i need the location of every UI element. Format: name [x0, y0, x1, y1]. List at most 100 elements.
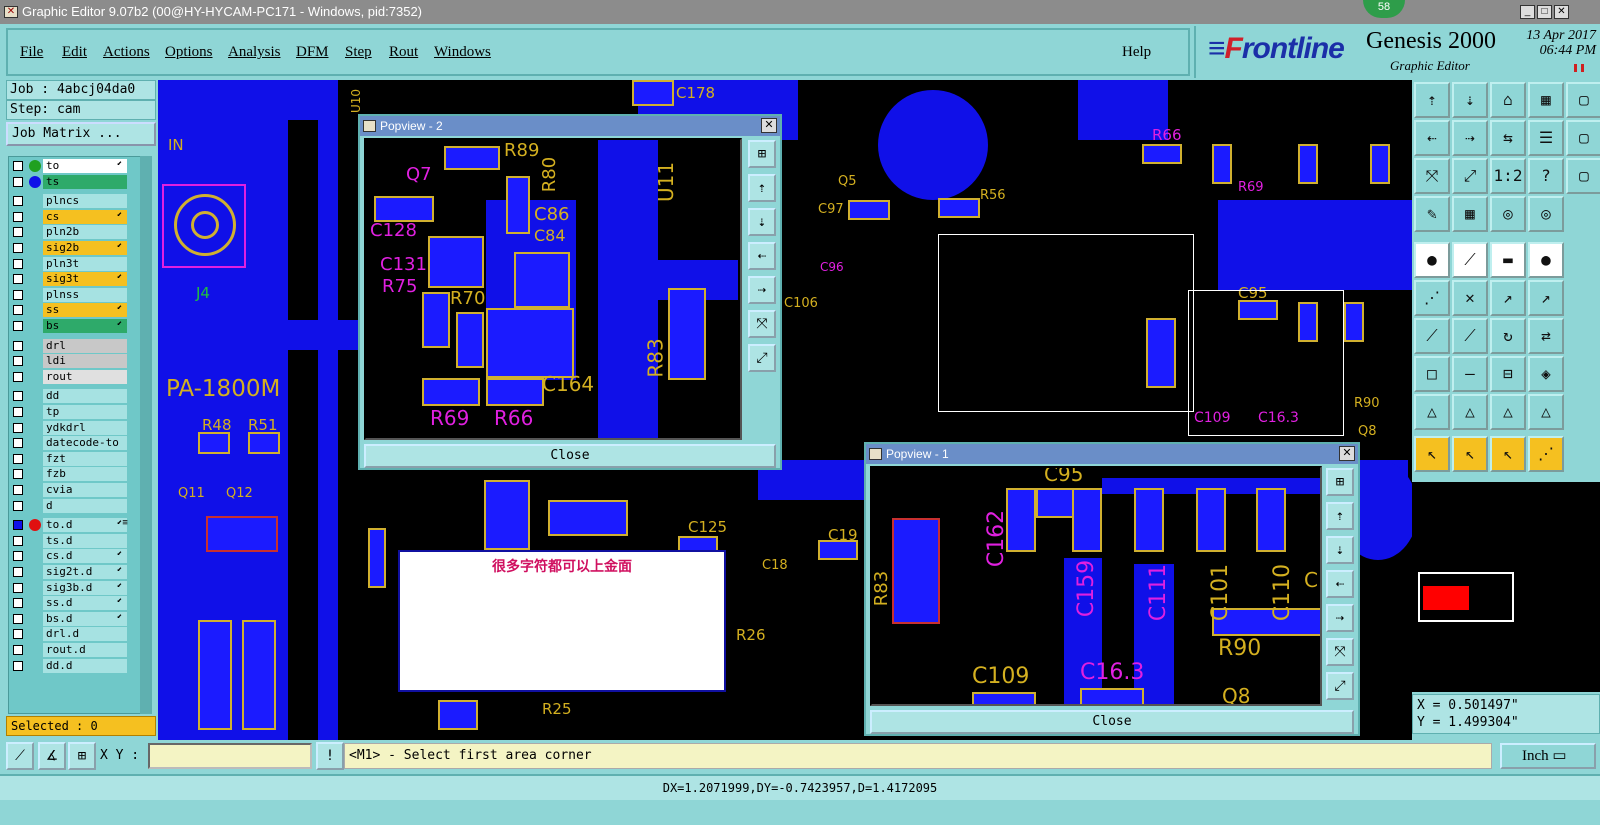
layer-row-sig2b[interactable]: sig2b ⬋ — [9, 241, 149, 255]
tool-palette-icon[interactable]: ✎ — [1414, 196, 1450, 232]
layer-name[interactable]: fzt — [43, 451, 127, 466]
layer-row-ts[interactable]: ts — [9, 174, 149, 189]
tool-stack-icon[interactable]: ☰ — [1528, 120, 1564, 156]
tool-extra-icon[interactable]: ▢ — [1566, 120, 1600, 156]
layer-checkbox[interactable] — [13, 340, 23, 351]
layer-name[interactable]: pln3t — [43, 256, 127, 271]
layer-checkbox[interactable] — [13, 391, 23, 402]
tool-select-area-icon[interactable]: ↖ — [1490, 436, 1526, 472]
layer-name[interactable]: bs.d — [43, 611, 127, 626]
layer-checkbox[interactable] — [13, 176, 23, 187]
tool-house-icon[interactable]: ⌂ — [1490, 82, 1526, 118]
tool-extra-icon[interactable]: ▢ — [1566, 158, 1600, 194]
layer-name[interactable]: plncs — [43, 194, 127, 209]
zoom-out-icon[interactable]: ⤢ — [1326, 672, 1354, 700]
popview-2-close-button[interactable]: Close — [364, 444, 776, 468]
layer-row-sig2t-d[interactable]: sig2t.d ⬋ — [9, 565, 149, 579]
layer-name[interactable]: bs — [43, 319, 127, 333]
layer-row-cvia[interactable]: cvia — [9, 483, 149, 497]
angle-icon[interactable]: ∡ — [38, 742, 66, 770]
pan-up-icon[interactable]: ⇡ — [1326, 502, 1354, 530]
pan-right-icon[interactable]: ⇢ — [748, 276, 776, 304]
tool-zoom-icon[interactable]: ⤢ — [1452, 158, 1488, 194]
layer-list-scrollbar[interactable] — [140, 156, 152, 714]
layer-name[interactable]: cvia — [43, 483, 127, 497]
tool-home-icon[interactable]: ⇡ — [1414, 82, 1450, 118]
layer-row-bs[interactable]: bs ⬋ — [9, 319, 149, 333]
layer-checkbox[interactable] — [13, 211, 23, 222]
pan-left-icon[interactable]: ⇠ — [748, 242, 776, 270]
layer-name[interactable]: rout — [43, 369, 127, 384]
layer-checkbox[interactable] — [13, 258, 23, 269]
layer-checkbox[interactable] — [13, 469, 23, 480]
layer-checkbox[interactable] — [13, 321, 23, 331]
layer-checkbox[interactable] — [13, 243, 23, 253]
layer-row-drl[interactable]: drl — [9, 338, 149, 353]
layer-checkbox[interactable] — [13, 227, 23, 238]
layer-checkbox[interactable] — [13, 161, 23, 171]
layer-row-plnss[interactable]: plnss — [9, 287, 149, 302]
tool-resize-icon[interactable]: ⊟ — [1490, 356, 1526, 392]
maximize-button[interactable]: □ — [1537, 5, 1552, 19]
layer-checkbox[interactable] — [13, 613, 23, 624]
tool-triangle4-icon[interactable]: △ — [1528, 394, 1564, 430]
tool-triangle-icon[interactable]: △ — [1414, 394, 1450, 430]
popview-2-close-icon[interactable]: ✕ — [761, 118, 777, 133]
layer-checkbox[interactable] — [13, 582, 23, 593]
tool-select-net-icon[interactable]: ⋰ — [1528, 436, 1564, 472]
pan-left-icon[interactable]: ⇠ — [1326, 570, 1354, 598]
layer-row-dd[interactable]: dd — [9, 389, 149, 404]
layer-checkbox[interactable] — [13, 305, 23, 316]
layer-row-rout[interactable]: rout — [9, 369, 149, 384]
tool-move-icon[interactable]: ↗ — [1490, 280, 1526, 316]
app-icon[interactable]: ✕ — [4, 6, 18, 18]
layer-checkbox[interactable] — [13, 645, 23, 655]
zoom-out-icon[interactable]: ⤢ — [748, 344, 776, 372]
tool-slash-icon[interactable]: ⟋ — [1414, 318, 1450, 354]
layer-checkbox[interactable] — [13, 629, 23, 640]
layer-name[interactable]: sig3b.d — [43, 580, 127, 595]
layer-name[interactable]: ss.d — [43, 596, 127, 611]
layer-row-sig3b-d[interactable]: sig3b.d ⬋ — [9, 580, 149, 595]
menu-dfm[interactable]: DFM — [296, 44, 329, 61]
tool-ruler-icon[interactable]: ▬ — [1490, 242, 1526, 278]
tool-circle-icon[interactable]: ● — [1528, 242, 1564, 278]
layer-name[interactable]: pln2b — [43, 225, 127, 240]
menu-options[interactable]: Options — [165, 44, 213, 61]
layer-name[interactable]: ts.d — [43, 533, 127, 548]
tool-grid2-icon[interactable]: ▦ — [1452, 196, 1488, 232]
layer-checkbox[interactable] — [13, 407, 23, 417]
tool-swap-icon[interactable]: ⇆ — [1490, 120, 1526, 156]
layer-row-dd-d[interactable]: dd.d — [9, 658, 149, 673]
menu-windows[interactable]: Windows — [434, 44, 491, 61]
layer-row-cs[interactable]: cs ⬋ — [9, 209, 149, 224]
tool-right-icon[interactable]: ⇢ — [1452, 120, 1488, 156]
tool-ratio-icon[interactable]: 1:2 — [1490, 158, 1526, 194]
layer-name[interactable]: cs.d — [43, 549, 127, 564]
zoom-in-icon[interactable]: ⤧ — [748, 310, 776, 338]
layer-checkbox[interactable] — [13, 551, 23, 562]
layer-name[interactable]: sig3t — [43, 272, 127, 287]
layer-color-dot[interactable] — [29, 160, 41, 172]
layer-name[interactable]: ts — [43, 174, 127, 189]
menu-edit[interactable]: Edit — [62, 44, 87, 61]
layer-row-pln2b[interactable]: pln2b — [9, 225, 149, 240]
zoom-fit-icon[interactable]: ⊞ — [748, 140, 776, 168]
layer-checkbox[interactable] — [13, 598, 23, 609]
layer-name[interactable]: dd.d — [43, 658, 127, 673]
tool-dash-icon[interactable]: — — [1452, 356, 1488, 392]
menu-help[interactable]: Help — [1122, 44, 1151, 61]
menu-rout[interactable]: Rout — [389, 44, 418, 61]
minimize-button[interactable]: _ — [1520, 5, 1535, 19]
layer-checkbox[interactable] — [13, 438, 23, 449]
tool-triangle2-icon[interactable]: △ — [1452, 394, 1488, 430]
tool-snap-icon[interactable]: ◎ — [1490, 196, 1526, 232]
alert-icon[interactable]: ! — [316, 742, 344, 770]
layer-name[interactable]: rout.d — [43, 643, 127, 657]
layer-name[interactable]: tp — [43, 405, 127, 419]
layer-row-fzb[interactable]: fzb — [9, 467, 149, 482]
layer-checkbox[interactable] — [13, 567, 23, 577]
popview-1-canvas[interactable]: C95 C162 C159 C111 C101 C110 R90 C109 C1… — [870, 466, 1322, 706]
popview-1-titlebar[interactable]: Popview - 1 ✕ — [866, 444, 1358, 464]
layer-checkbox[interactable] — [13, 485, 23, 495]
